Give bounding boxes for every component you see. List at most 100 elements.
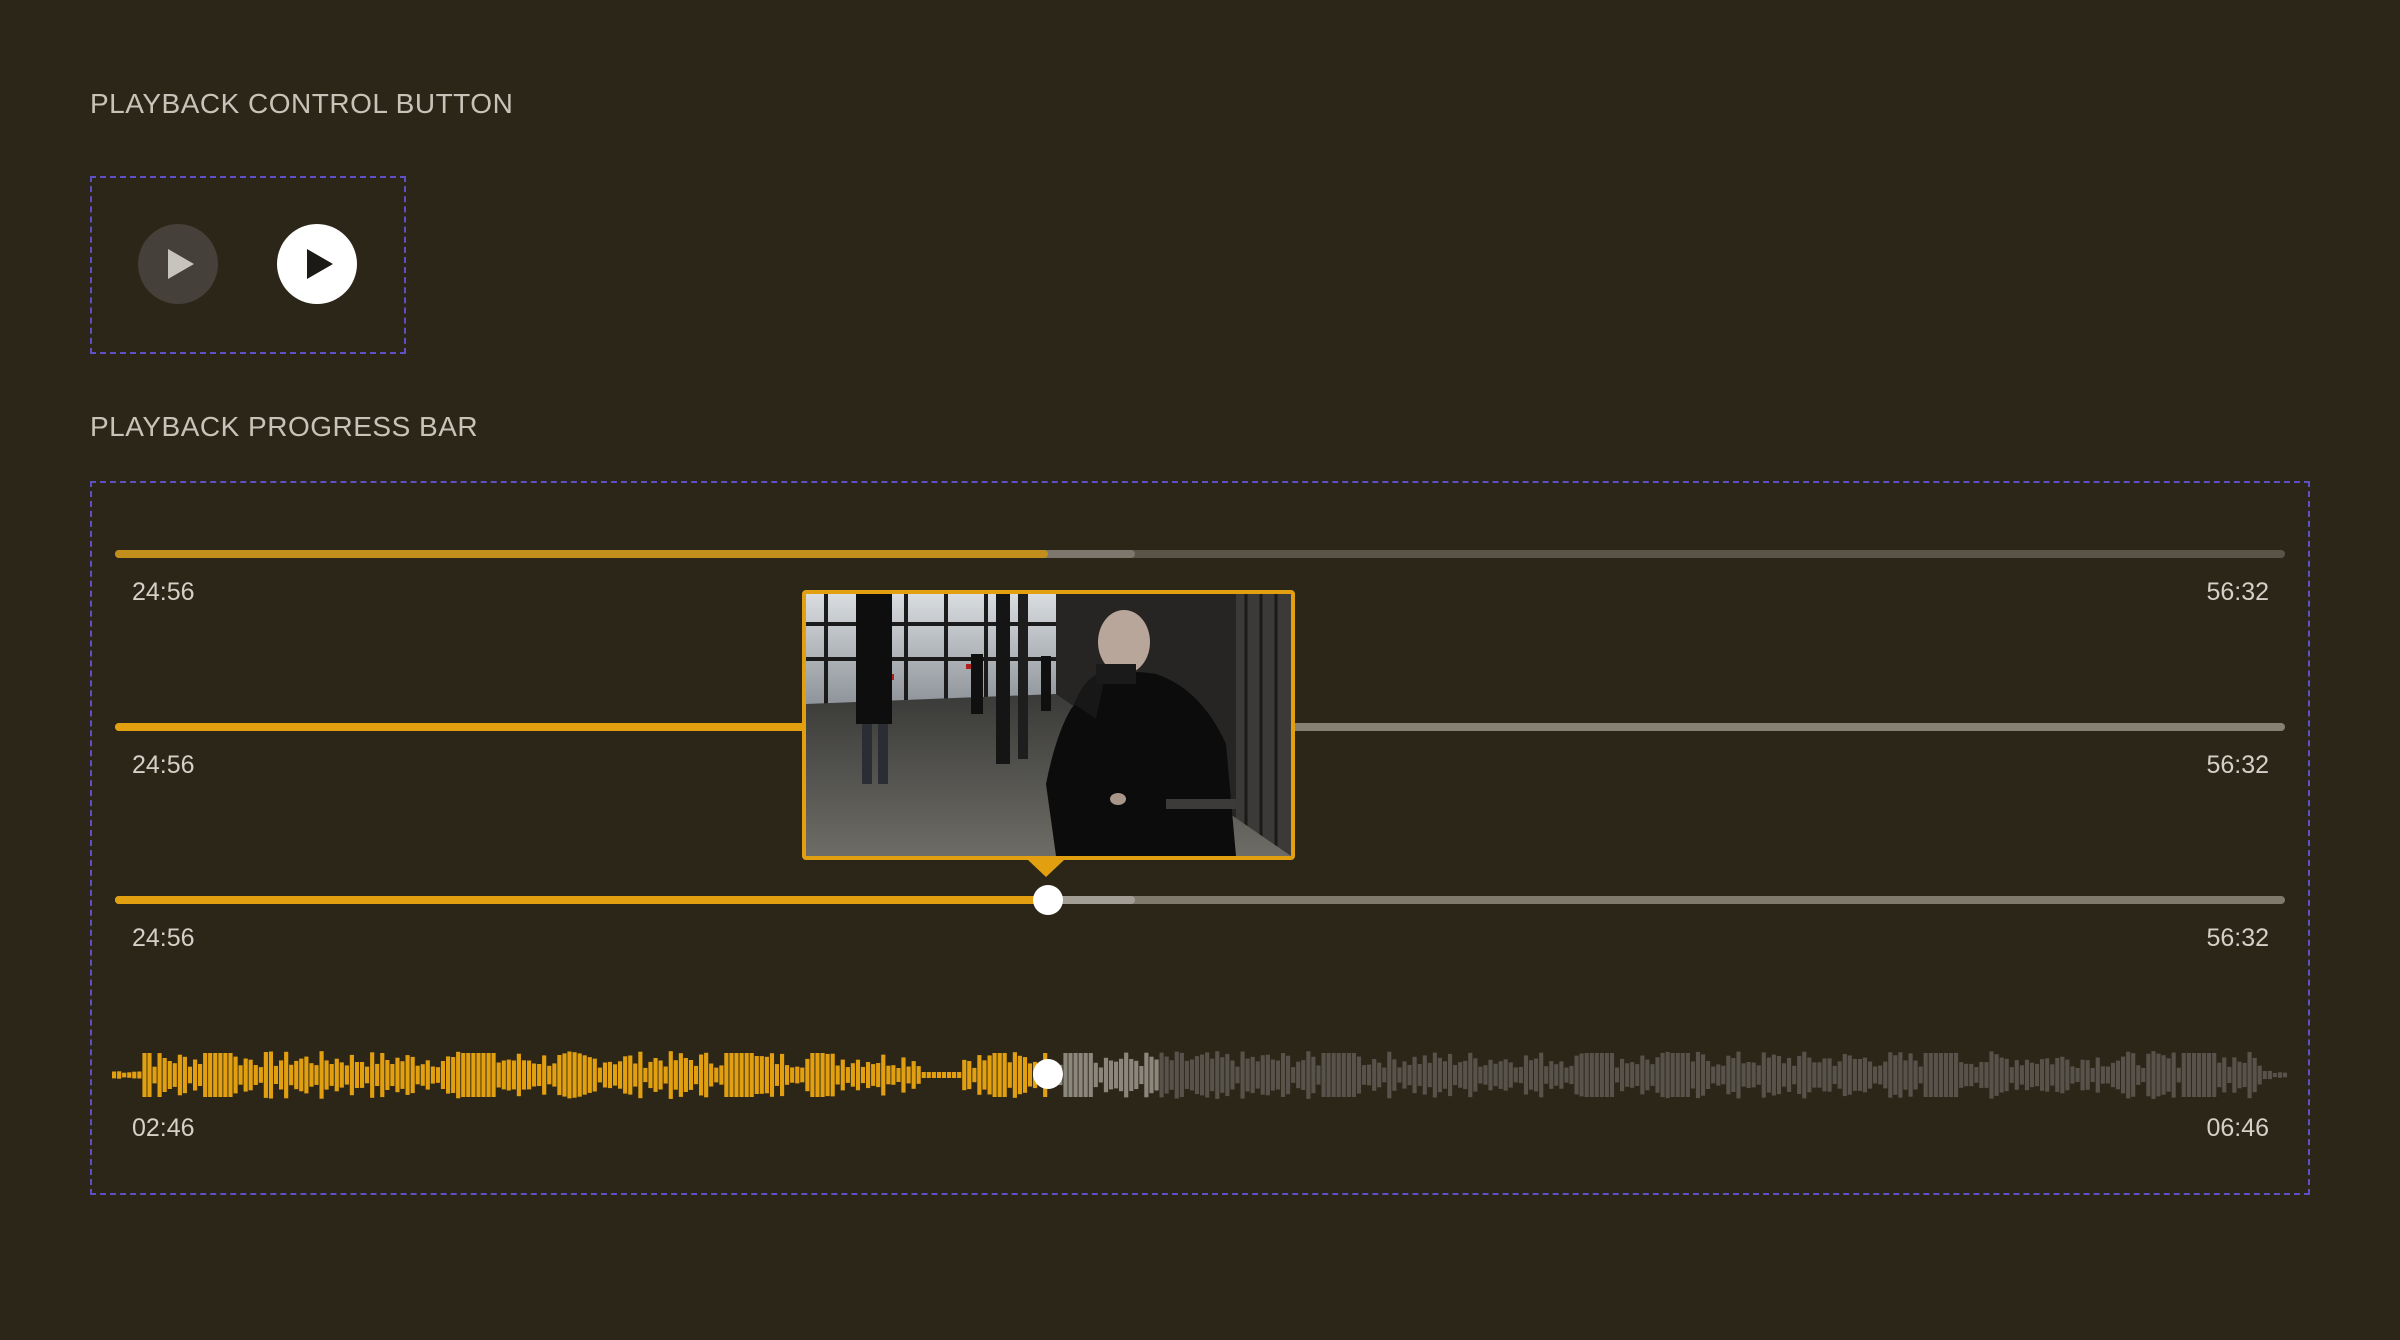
preview-thumbnail bbox=[802, 590, 1295, 860]
waveform-bar bbox=[1868, 1061, 1873, 1089]
waveform-scrubber-handle[interactable] bbox=[1032, 1059, 1063, 1089]
waveform-bar bbox=[1528, 1060, 1534, 1090]
waveform-progress[interactable] bbox=[112, 1040, 2288, 1110]
waveform-bar bbox=[1787, 1058, 1792, 1092]
waveform-bar bbox=[2237, 1061, 2242, 1089]
waveform-bar bbox=[2227, 1066, 2232, 1083]
waveform-bar bbox=[1144, 1052, 1149, 1098]
waveform-bar bbox=[182, 1056, 187, 1094]
waveform-bar bbox=[2029, 1062, 2035, 1088]
waveform-bar bbox=[2090, 1067, 2095, 1082]
waveform-bar bbox=[294, 1060, 299, 1090]
waveform-bar bbox=[2141, 1067, 2146, 1082]
waveform-bar bbox=[547, 1065, 552, 1085]
waveform-bar bbox=[1346, 1053, 1351, 1097]
waveform-bar bbox=[1149, 1056, 1154, 1094]
waveform-bar bbox=[2202, 1053, 2207, 1097]
waveform-bar bbox=[1736, 1051, 1741, 1099]
waveform-bar bbox=[896, 1068, 901, 1082]
preview-frame-image bbox=[806, 594, 1291, 856]
waveform-bar bbox=[1250, 1056, 1255, 1094]
waveform-bar bbox=[1341, 1053, 1346, 1097]
waveform-bar bbox=[2095, 1057, 2100, 1093]
waveform-bar bbox=[1225, 1053, 1230, 1097]
waveform-bar bbox=[1417, 1064, 1422, 1086]
play-button-active[interactable] bbox=[277, 224, 357, 304]
waveform-bar bbox=[871, 1064, 876, 1086]
current-time: 24:56 bbox=[132, 751, 195, 779]
waveform-bar bbox=[162, 1058, 167, 1092]
waveform-bar bbox=[835, 1065, 840, 1085]
waveform-bar bbox=[825, 1053, 830, 1097]
waveform-bar bbox=[1321, 1053, 1326, 1097]
waveform-bar bbox=[2105, 1066, 2110, 1084]
waveform-bar bbox=[273, 1065, 279, 1084]
waveform-bar bbox=[435, 1067, 441, 1083]
waveform-bar bbox=[810, 1053, 815, 1097]
waveform-bar bbox=[344, 1065, 349, 1085]
progress-track-simple[interactable] bbox=[115, 550, 2285, 558]
waveform-bar bbox=[1878, 1065, 1883, 1085]
waveform-bar bbox=[2136, 1065, 2141, 1085]
current-time: 24:56 bbox=[132, 578, 195, 606]
waveform-bar bbox=[1296, 1061, 1301, 1089]
waveform-bar bbox=[1625, 1063, 1630, 1087]
waveform-bar bbox=[1169, 1060, 1174, 1090]
waveform-bar bbox=[658, 1060, 663, 1090]
waveform-bar bbox=[997, 1053, 1002, 1097]
waveform-bar bbox=[2262, 1071, 2267, 1080]
waveform-bar bbox=[496, 1062, 501, 1088]
total-time: 56:32 bbox=[2206, 751, 2269, 779]
waveform-bar bbox=[1857, 1059, 1863, 1091]
progress-track-scrubber[interactable] bbox=[115, 896, 2285, 904]
waveform-bar bbox=[1083, 1053, 1088, 1097]
waveform-bar bbox=[1974, 1067, 1979, 1083]
waveform-bar bbox=[1281, 1053, 1286, 1097]
waveform-bar bbox=[1771, 1054, 1776, 1096]
waveform-bar bbox=[941, 1072, 947, 1078]
waveform-bar bbox=[850, 1063, 855, 1087]
waveform-bar bbox=[729, 1053, 734, 1097]
play-button-muted[interactable] bbox=[138, 224, 218, 304]
waveform-bar bbox=[1635, 1064, 1640, 1086]
waveform-bar bbox=[1690, 1061, 1696, 1089]
waveform-bar bbox=[2115, 1060, 2121, 1090]
waveform-bar bbox=[137, 1071, 142, 1079]
waveform-bar bbox=[1969, 1063, 1974, 1087]
waveform-bar bbox=[1746, 1062, 1751, 1088]
waveform-bar bbox=[613, 1064, 618, 1086]
waveform-bar bbox=[258, 1067, 263, 1083]
waveform-bar bbox=[577, 1053, 582, 1097]
waveform-bar bbox=[142, 1053, 147, 1097]
preview-pointer bbox=[1028, 860, 1064, 877]
waveform-bar bbox=[1260, 1055, 1265, 1095]
waveform-bar bbox=[1645, 1059, 1650, 1091]
waveform-bar bbox=[1159, 1052, 1164, 1098]
waveform-bar bbox=[324, 1060, 329, 1090]
waveform-bar bbox=[845, 1067, 850, 1083]
waveform-bar bbox=[1508, 1062, 1513, 1088]
waveform-bar bbox=[390, 1064, 395, 1086]
waveform-bar bbox=[2277, 1072, 2283, 1078]
waveform-bar bbox=[218, 1053, 223, 1097]
waveform-bar bbox=[1240, 1051, 1245, 1099]
waveform-bar bbox=[253, 1065, 258, 1085]
waveform-bar bbox=[1291, 1067, 1296, 1083]
waveform-bar bbox=[2035, 1063, 2040, 1087]
waveform-bar bbox=[790, 1067, 795, 1083]
waveform-bar bbox=[233, 1056, 238, 1094]
waveform-bar bbox=[805, 1058, 810, 1092]
waveform-bar bbox=[1154, 1059, 1159, 1091]
waveform-bar bbox=[602, 1062, 608, 1088]
waveform-bar bbox=[1604, 1053, 1609, 1097]
waveform-bar bbox=[2045, 1058, 2050, 1092]
waveform-bar bbox=[1397, 1067, 1402, 1083]
waveform-bar bbox=[1078, 1053, 1083, 1097]
waveform-bar bbox=[1179, 1052, 1184, 1097]
scrubber-handle[interactable] bbox=[1033, 885, 1064, 915]
waveform-bar bbox=[440, 1061, 446, 1089]
waveform-bar bbox=[1437, 1057, 1442, 1093]
waveform-bar bbox=[1326, 1053, 1331, 1097]
waveform-bar bbox=[1948, 1053, 1954, 1097]
waveform-bar bbox=[279, 1060, 284, 1090]
